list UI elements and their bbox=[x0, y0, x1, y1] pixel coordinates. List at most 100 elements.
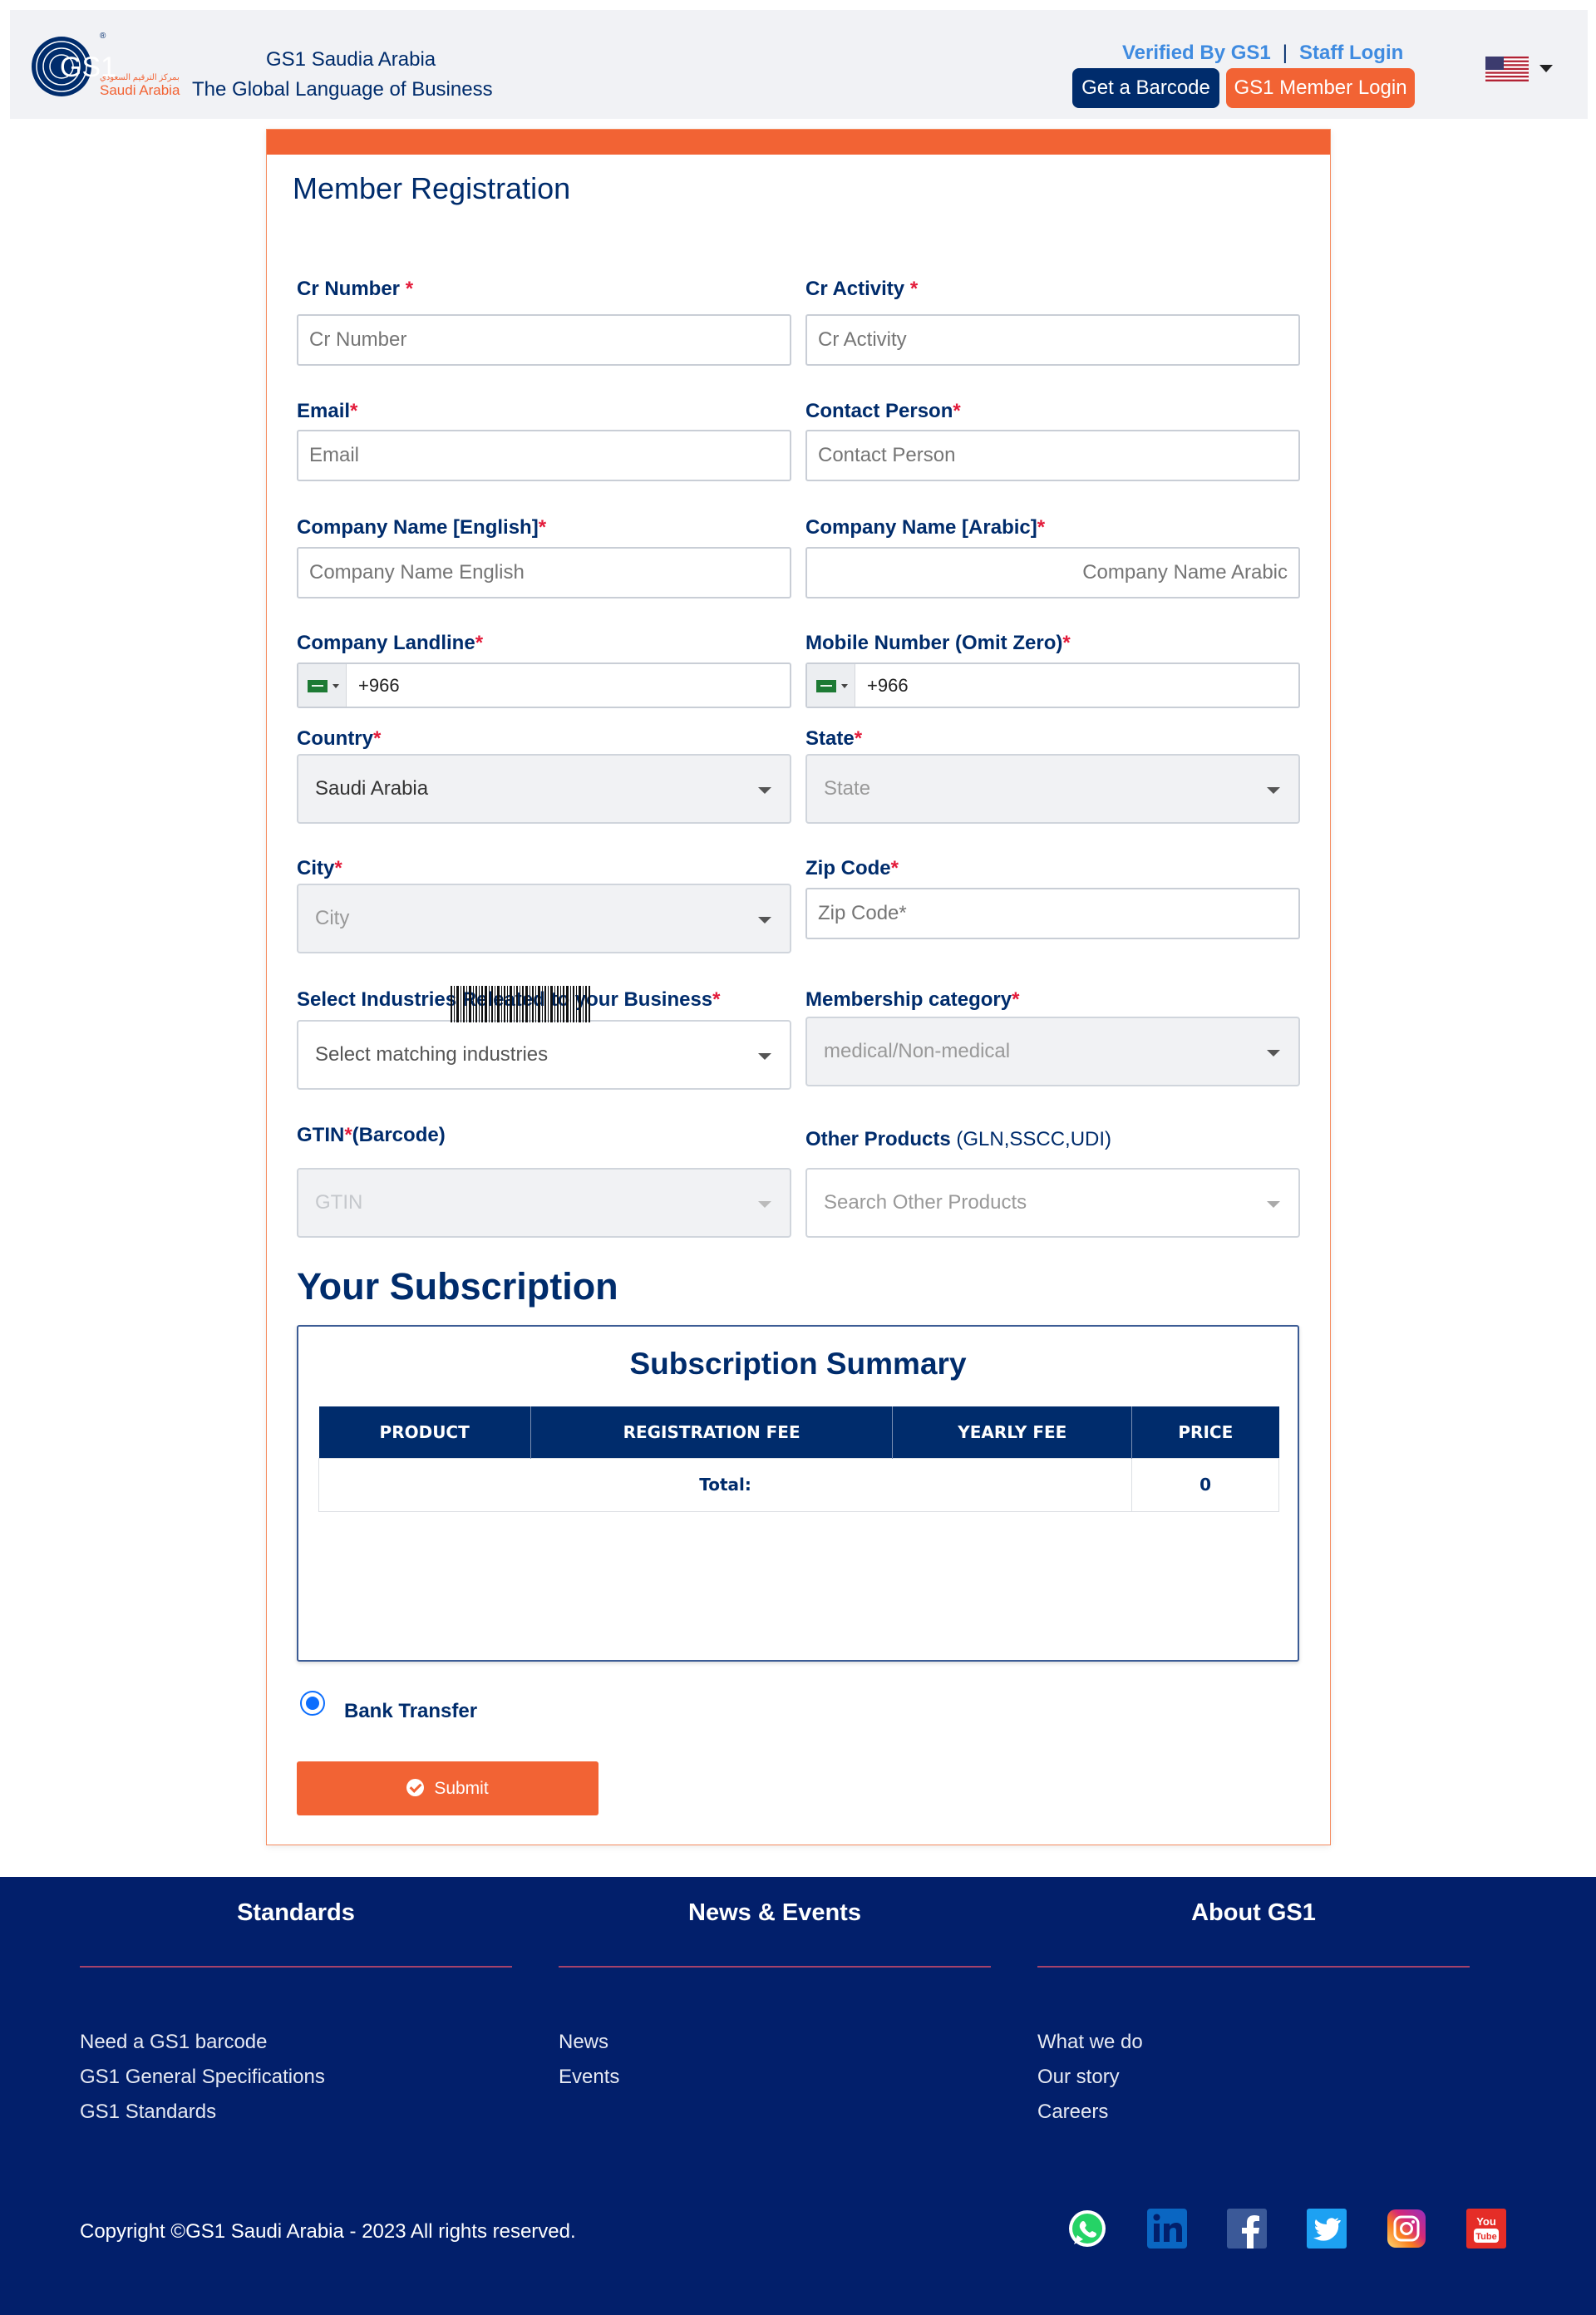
gtin-label: GTIN*(Barcode) bbox=[297, 1124, 446, 1146]
chevron-down-icon bbox=[841, 684, 848, 688]
city-select[interactable]: City bbox=[297, 884, 791, 953]
membership-category-label: Membership category* bbox=[805, 988, 1020, 1011]
subscription-summary: Subscription Summary PRODUCT REGISTRATIO… bbox=[297, 1325, 1299, 1662]
column-header: REGISTRATION FEE bbox=[530, 1406, 894, 1458]
country-code-selector[interactable] bbox=[298, 664, 347, 707]
instagram-icon[interactable] bbox=[1386, 2208, 1427, 2249]
zip-code-input[interactable] bbox=[805, 888, 1300, 939]
footer-link[interactable]: Careers bbox=[1037, 2095, 1143, 2130]
landline-phone-input[interactable]: +966 bbox=[297, 662, 791, 708]
state-label: State* bbox=[805, 727, 863, 750]
state-select[interactable]: State bbox=[805, 754, 1300, 824]
footer-link[interactable]: News bbox=[559, 2025, 619, 2060]
footer-link[interactable]: Events bbox=[559, 2060, 619, 2095]
copyright-text: Copyright ©GS1 Saudi Arabia - 2023 All r… bbox=[80, 2220, 576, 2243]
landline-value: +966 bbox=[358, 675, 400, 696]
svg-text:بمركز الترقيم السعودي: بمركز الترقيم السعودي bbox=[100, 73, 180, 82]
check-circle-icon bbox=[406, 1779, 425, 1796]
footer-column-title: Standards bbox=[237, 1899, 355, 1926]
us-flag-icon[interactable] bbox=[1485, 57, 1529, 81]
email-field[interactable] bbox=[297, 430, 791, 481]
svg-text:®: ® bbox=[100, 32, 106, 41]
cr-number-label: Cr Number * bbox=[297, 278, 414, 300]
table-row: Total: 0 bbox=[318, 1457, 1279, 1512]
footer-link[interactable]: What we do bbox=[1037, 2025, 1143, 2060]
submit-label: Submit bbox=[434, 1779, 489, 1798]
mobile-phone-input[interactable]: +966 bbox=[805, 662, 1300, 708]
form-title: Member Registration bbox=[293, 171, 571, 205]
email-label: Email* bbox=[297, 400, 358, 422]
site-footer: Standards Need a GS1 barcode GS1 General… bbox=[0, 1877, 1596, 2315]
member-login-button[interactable]: GS1 Member Login bbox=[1226, 68, 1415, 108]
contact-person-input[interactable] bbox=[805, 430, 1300, 481]
footer-link[interactable]: Need a GS1 barcode bbox=[80, 2025, 325, 2060]
staff-login-link[interactable]: Staff Login bbox=[1299, 42, 1403, 64]
total-label: Total: bbox=[318, 1457, 1133, 1512]
chevron-down-icon[interactable] bbox=[1539, 65, 1553, 72]
divider bbox=[80, 1966, 512, 1968]
header-links: Verified By GS1 | Staff Login bbox=[1122, 42, 1403, 65]
youtube-icon[interactable]: You Tube bbox=[1465, 2208, 1507, 2249]
company-name-arabic-input[interactable] bbox=[805, 547, 1300, 598]
chevron-down-icon bbox=[758, 917, 771, 924]
svg-text:You: You bbox=[1476, 2215, 1496, 2228]
company-name-arabic-label: Company Name [Arabic]* bbox=[805, 516, 1046, 539]
contact-person-label: Contact Person* bbox=[805, 400, 961, 422]
linkedin-icon[interactable] bbox=[1146, 2208, 1188, 2249]
total-value: 0 bbox=[1131, 1457, 1279, 1512]
summary-title: Subscription Summary bbox=[629, 1347, 967, 1381]
membership-category-select[interactable]: medical/Non-medical bbox=[805, 1017, 1300, 1086]
gs1-logo[interactable]: GS1 بمركز الترقيم السعودي Saudi Arabia ® bbox=[28, 28, 186, 111]
chevron-down-icon bbox=[1267, 1050, 1280, 1057]
card-accent-bar bbox=[267, 130, 1330, 155]
bank-transfer-radio[interactable] bbox=[300, 1691, 325, 1716]
column-header: PRODUCT bbox=[318, 1406, 531, 1458]
company-landline-label: Company Landline* bbox=[297, 632, 484, 654]
footer-column-title: News & Events bbox=[688, 1899, 861, 1926]
cr-activity-input[interactable] bbox=[805, 314, 1300, 366]
cr-number-input[interactable] bbox=[297, 314, 791, 366]
country-select[interactable]: Saudi Arabia bbox=[297, 754, 791, 824]
svg-text:Saudi Arabia: Saudi Arabia bbox=[100, 82, 180, 98]
brand-name: GS1 Saudia Arabia bbox=[266, 48, 436, 71]
barcode-icon bbox=[451, 986, 590, 1022]
brand-tagline: The Global Language of Business bbox=[192, 78, 493, 101]
subscription-heading: Your Subscription bbox=[297, 1265, 618, 1308]
bank-transfer-label: Bank Transfer bbox=[344, 1700, 478, 1722]
get-barcode-button[interactable]: Get a Barcode bbox=[1072, 68, 1219, 108]
chevron-down-icon bbox=[1267, 1201, 1280, 1208]
whatsapp-icon[interactable] bbox=[1066, 2208, 1108, 2249]
other-products-select[interactable]: Search Other Products bbox=[805, 1168, 1300, 1238]
footer-column-title: About GS1 bbox=[1191, 1899, 1316, 1926]
company-name-english-input[interactable] bbox=[297, 547, 791, 598]
facebook-icon[interactable] bbox=[1226, 2208, 1268, 2249]
industries-select[interactable]: Select matching industries bbox=[297, 1020, 791, 1090]
column-header: PRICE bbox=[1131, 1406, 1279, 1458]
mobile-value: +966 bbox=[867, 675, 909, 696]
chevron-down-icon bbox=[758, 1053, 771, 1060]
footer-link[interactable]: GS1 Standards bbox=[80, 2095, 325, 2130]
footer-link[interactable]: Our story bbox=[1037, 2060, 1143, 2095]
twitter-icon[interactable] bbox=[1306, 2208, 1347, 2249]
column-header: YEARLY FEE bbox=[892, 1406, 1133, 1458]
summary-table: PRODUCT REGISTRATION FEE YEARLY FEE PRIC… bbox=[318, 1406, 1279, 1512]
submit-button[interactable]: Submit bbox=[297, 1761, 598, 1815]
company-name-english-label: Company Name [English]* bbox=[297, 516, 547, 539]
saudi-flag-icon bbox=[816, 680, 836, 692]
footer-link[interactable]: GS1 General Specifications bbox=[80, 2060, 325, 2095]
verified-by-gs1-link[interactable]: Verified By GS1 bbox=[1122, 42, 1271, 64]
chevron-down-icon bbox=[758, 1201, 771, 1208]
chevron-down-icon bbox=[758, 787, 771, 794]
country-code-selector[interactable] bbox=[807, 664, 855, 707]
saudi-flag-icon bbox=[308, 680, 328, 692]
chevron-down-icon bbox=[1267, 787, 1280, 794]
zip-code-label: Zip Code* bbox=[805, 857, 899, 879]
country-label: Country* bbox=[297, 727, 382, 750]
svg-text:Tube: Tube bbox=[1475, 2232, 1496, 2242]
cr-activity-label: Cr Activity * bbox=[805, 278, 919, 300]
gtin-select[interactable]: GTIN bbox=[297, 1168, 791, 1238]
divider bbox=[559, 1966, 991, 1968]
site-header: GS1 بمركز الترقيم السعودي Saudi Arabia ®… bbox=[10, 10, 1588, 119]
city-label: City* bbox=[297, 857, 342, 879]
mobile-number-label: Mobile Number (Omit Zero)* bbox=[805, 632, 1071, 654]
